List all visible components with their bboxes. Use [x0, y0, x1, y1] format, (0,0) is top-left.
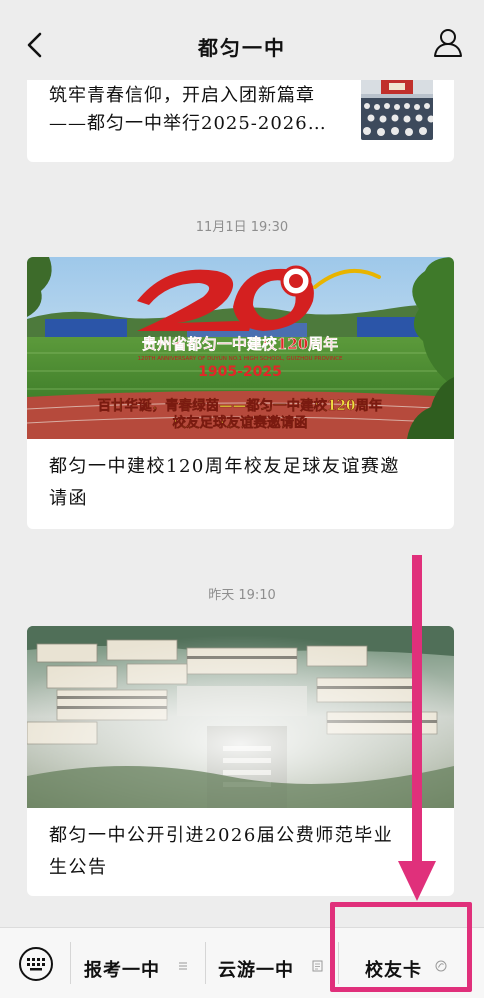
svg-text:120TH ANNIVERSARY OF DUYUN NO.: 120TH ANNIVERSARY OF DUYUN NO.1 HIGH SCH… — [137, 356, 343, 362]
menu-item-virtual-tour[interactable]: 云游一中 — [218, 951, 328, 981]
svg-text:校友足球友谊赛邀请函: 校友足球友谊赛邀请函 — [173, 414, 308, 431]
menu-item-label: 云游一中 — [218, 960, 294, 981]
article-title: 都匀一中公开引进2026届公费师范毕业 生公告 — [49, 825, 394, 878]
svg-text:贵州省都匀一中建校120周年: 贵州省都匀一中建校120周年 — [142, 335, 338, 353]
article-card[interactable]: 都匀一中公开引进2026届公费师范毕业 生公告 — [27, 626, 454, 896]
keyboard-icon[interactable] — [18, 946, 54, 982]
menu-divider — [70, 942, 71, 984]
menu-item-apply[interactable]: 报考一中 — [84, 951, 194, 981]
annotation-highlight-box — [330, 902, 472, 992]
annotation-arrow-icon — [398, 555, 436, 901]
svg-text:百廿华诞，青春绿茵——都匀一中建校120周年: 百廿华诞，青春绿茵——都匀一中建校120周年 — [98, 397, 383, 414]
top-navigation-bar: 都匀一中 — [0, 0, 484, 80]
timestamp: 11月1日 19:30 — [195, 220, 289, 235]
article-title: 筑牢青春信仰，开启入团新篇章 ——都匀一中举行2025-2026… — [49, 85, 327, 134]
svg-text:1905-2025: 1905-2025 — [198, 364, 282, 380]
article-banner-image: 贵州省都匀一中建校120周年 120TH ANNIVERSARY OF DUYU… — [27, 257, 454, 439]
profile-icon[interactable] — [432, 26, 464, 58]
menu-divider — [205, 942, 206, 984]
article-title: 都匀一中建校120周年校友足球友谊赛邀 请函 — [49, 456, 400, 509]
article-thumbnail — [361, 74, 433, 140]
page-title: 都匀一中 — [198, 36, 286, 60]
menu-item-label: 报考一中 — [84, 960, 160, 981]
article-card[interactable]: 贵州省都匀一中建校120周年 120TH ANNIVERSARY OF DUYU… — [27, 257, 454, 529]
submenu-page-icon — [312, 960, 323, 972]
submenu-list-icon — [179, 962, 187, 970]
article-banner-image — [27, 626, 454, 808]
